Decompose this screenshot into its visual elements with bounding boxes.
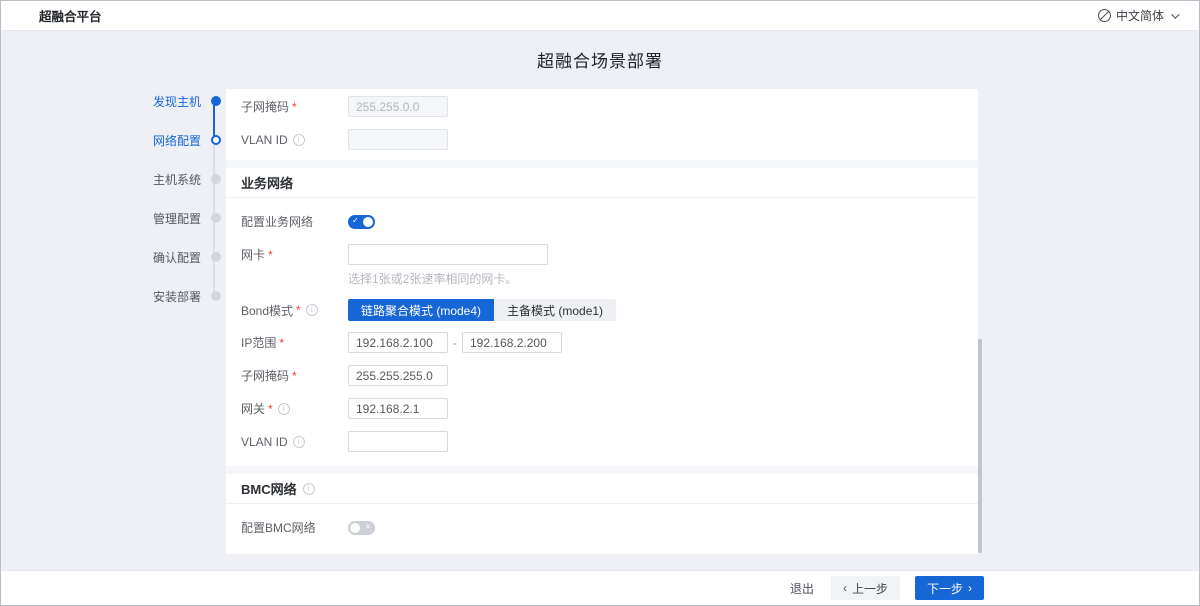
page-title: 超融合场景部署 [1,47,1199,72]
bond-mode-segmented: 链路聚合模式 (mode4) 主备模式 (mode1) [348,299,616,321]
business-vlan-id-row: VLAN ID [226,431,978,452]
info-icon [293,134,305,146]
gateway-input[interactable] [348,398,448,419]
ip-range-end-input[interactable] [462,332,562,353]
info-icon [278,403,290,415]
business-network-toggle[interactable] [348,215,375,229]
info-icon [293,436,305,448]
step-dot-current [211,135,221,145]
language-selector[interactable]: 中文简体 [1098,7,1177,24]
exit-button[interactable]: 退出 [790,580,814,597]
step-dot [211,291,221,301]
required-mark: * [279,336,284,350]
step-dot-filled [211,96,221,106]
info-icon [303,483,315,495]
step-dot [211,213,221,223]
business-vlan-id-input[interactable] [348,431,448,452]
chevron-left-icon: ‹ [843,582,847,594]
subnet-mask-label: 子网掩码 [241,367,289,384]
business-subnet-mask-input[interactable] [348,365,448,386]
subnet-mask-row: 子网掩码 * [226,96,978,117]
business-network-section: 配置业务网络 网卡 * 选择1张或2张速率相同的网卡。 Bond模式 * [226,198,978,452]
nic-row: 网卡 * 选择1张或2张速率相同的网卡。 [226,244,978,287]
step-install-deploy[interactable]: 安装部署 [151,290,221,302]
scrollbar-thumb[interactable] [978,339,982,553]
app-title: 超融合平台 [39,6,102,25]
vlan-id-label: VLAN ID [241,435,288,449]
enable-bmc-network-label: 配置BMC网络 [241,519,316,536]
top-bar: 超融合平台 中文简体 [1,1,1199,31]
step-confirm-config[interactable]: 确认配置 [151,251,221,263]
management-network-section: 子网掩码 * VLAN ID [226,89,978,150]
bond-mode1-button[interactable]: 主备模式 (mode1) [494,299,616,321]
required-mark: * [268,402,273,416]
chevron-down-icon [1171,10,1179,18]
required-mark: * [296,303,301,317]
nic-hint: 选择1张或2张速率相同的网卡。 [348,270,978,287]
required-mark: * [292,369,297,383]
form-panel: 子网掩码 * VLAN ID 业务网络 配置业务网络 [226,89,978,554]
mgmt-vlan-id-input [348,129,448,150]
bmc-network-header: BMC网络 [226,474,978,504]
previous-step-button[interactable]: ‹ 上一步 [831,576,900,600]
step-host-system[interactable]: 主机系统 [151,173,221,185]
enable-bmc-network-row: 配置BMC网络 [226,519,978,536]
subnet-mask-label: 子网掩码 [241,98,289,115]
ip-range-label: IP范围 [241,334,276,351]
required-mark: * [268,248,273,262]
bond-mode-row: Bond模式 * 链路聚合模式 (mode4) 主备模式 (mode1) [226,299,978,321]
step-dot [211,252,221,262]
business-network-header: 业务网络 [226,168,978,198]
section-divider [226,466,978,474]
wizard-stepper: 发现主机 网络配置 主机系统 管理配置 确认配置 安装部署 [151,95,221,329]
enable-business-network-row: 配置业务网络 [226,213,978,230]
nic-label: 网卡 [241,246,265,263]
step-network-config[interactable]: 网络配置 [151,134,221,146]
bond-mode4-button[interactable]: 链路聚合模式 (mode4) [348,299,494,321]
business-subnet-mask-row: 子网掩码 * [226,365,978,386]
nic-input[interactable] [348,244,548,265]
language-label: 中文简体 [1116,7,1164,24]
bmc-network-toggle[interactable] [348,521,375,535]
next-step-button[interactable]: 下一步 › [915,576,984,600]
bmc-network-section: 配置BMC网络 [226,504,978,536]
step-dot [211,174,221,184]
toggle-knob [363,217,373,227]
language-globe-icon [1098,9,1111,22]
enable-business-network-label: 配置业务网络 [241,213,313,230]
toggle-knob [350,523,360,533]
vlan-id-row: VLAN ID [226,129,978,150]
ip-range-separator: - [453,336,457,350]
gateway-label: 网关 [241,400,265,417]
ip-range-row: IP范围 * - [226,332,978,353]
mgmt-subnet-mask-input [348,96,448,117]
step-discover-hosts[interactable]: 发现主机 [151,95,221,107]
required-mark: * [292,100,297,114]
info-icon [306,304,318,316]
ip-range-start-input[interactable] [348,332,448,353]
chevron-right-icon: › [968,582,972,594]
vlan-id-label: VLAN ID [241,133,288,147]
gateway-row: 网关 * [226,398,978,419]
bond-mode-label: Bond模式 [241,302,293,319]
footer-bar: 退出 ‹ 上一步 下一步 › [1,570,1199,605]
step-management-config[interactable]: 管理配置 [151,212,221,224]
deployment-wizard-window: 超融合平台 中文简体 超融合场景部署 发现主机 网络配置 主机系统 管理配置 确… [0,0,1200,606]
section-divider [226,160,978,168]
